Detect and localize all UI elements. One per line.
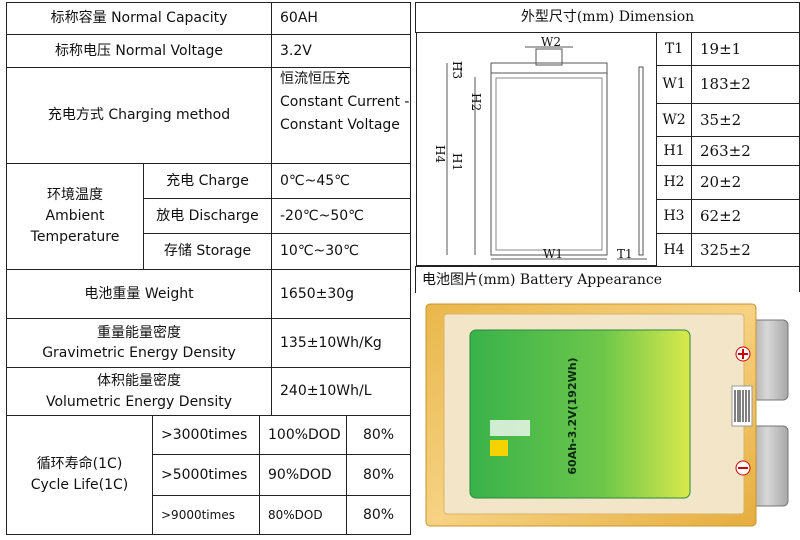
cycle-row-pct: 80%	[346, 495, 411, 535]
dim-key: W1	[656, 65, 692, 104]
label-h2: H2	[469, 93, 483, 112]
warning-icon	[490, 440, 508, 456]
dim-value: 62±2	[691, 199, 800, 234]
ambient-charge-value: 0℃~45℃	[271, 163, 411, 199]
ambient-storage-label: 存储 Storage	[143, 233, 272, 270]
battery-illustration: 60Ah-3.2V(192Wh)	[425, 303, 789, 527]
product-label-text: 60Ah-3.2V(192Wh)	[566, 357, 579, 474]
voltage-label: 标称电压 Normal Voltage	[6, 34, 272, 68]
ambient-label-line: Ambient	[45, 208, 105, 224]
cycle-label-line: 循环寿命(1C)	[36, 456, 123, 472]
volumetric-value: 240±10Wh/L	[271, 367, 411, 416]
cycle-row-pct: 80%	[346, 415, 411, 455]
ambient-discharge-label: 放电 Discharge	[143, 198, 272, 234]
charging-value-line: Constant Current -	[280, 94, 410, 111]
dimension-title: 外型尺寸(mm) Dimension	[415, 2, 800, 33]
label-w2: W2	[541, 35, 561, 49]
cycle-row-dod: 100%DOD	[259, 415, 347, 455]
dim-key: W2	[656, 103, 692, 137]
appearance-title: 电池图片(mm) Battery Appearance	[415, 266, 800, 293]
cell-inner-outline	[495, 77, 603, 251]
charging-value: 恒流恒压充 Constant Current - Constant Voltag…	[271, 67, 411, 164]
capacity-value: 60AH	[271, 2, 411, 35]
weight-label: 电池重量 Weight	[6, 269, 272, 319]
cycle-row-pct: 80%	[346, 454, 411, 496]
label-w1: W1	[543, 247, 563, 261]
dim-key: H4	[656, 233, 692, 267]
gravimetric-value: 135±10Wh/Kg	[271, 318, 411, 368]
weight-value: 1650±30g	[271, 269, 411, 319]
dim-value: 35±2	[691, 103, 800, 137]
label-t1: T1	[617, 247, 633, 261]
cycle-row-dod: 80%DOD	[259, 495, 347, 535]
product-label	[469, 329, 691, 499]
ambient-discharge-value: -20℃~50℃	[271, 198, 411, 234]
cycle-label-line: Cycle Life(1C)	[30, 477, 129, 493]
cycle-row-times: >5000times	[152, 454, 260, 496]
charging-label: 充电方式 Charging method	[6, 67, 272, 164]
dim-key: H3	[656, 199, 692, 234]
voltage-value: 3.2V	[271, 34, 411, 68]
cell-body-outline	[490, 72, 608, 256]
cycle-row-times: >9000times	[152, 495, 260, 535]
gravimetric-label-line: 重量能量密度	[97, 324, 181, 341]
dim-value: 183±2	[691, 65, 800, 104]
dimension-drawing: W2 H3 H2 H4 H1 W1 T1	[416, 32, 657, 266]
dim-value: 325±2	[691, 233, 800, 267]
ambient-charge-label: 充电 Charge	[143, 163, 272, 199]
dim-value: 263±2	[691, 136, 800, 166]
dim-key: H1	[656, 136, 692, 166]
cycle-row-dod: 90%DOD	[259, 454, 347, 496]
gravimetric-label: 重量能量密度 Gravimetric Energy Density	[6, 318, 272, 368]
label-h1: H1	[450, 153, 464, 172]
column-divider	[411, 0, 415, 536]
side-view-outline	[638, 66, 644, 256]
capacity-label-text: 标称容量 Normal Capacity	[50, 10, 228, 26]
volumetric-label-line: Volumetric Energy Density	[45, 393, 233, 410]
battery-photo: 60Ah-3.2V(192Wh)	[416, 292, 800, 536]
cert-icons	[490, 420, 530, 436]
ambient-label-line: Temperature	[30, 229, 120, 245]
label-h4: H4	[433, 145, 447, 164]
ambient-label: 环境温度 Ambient Temperature	[6, 163, 144, 270]
capacity-label: 标称容量 Normal Capacity	[6, 2, 272, 35]
dim-value: 20±2	[691, 165, 800, 200]
dim-value: 19±1	[691, 32, 800, 66]
gravimetric-label-line: Gravimetric Energy Density	[42, 345, 236, 361]
charging-value-line: Constant Voltage	[280, 117, 400, 134]
ambient-label-line: 环境温度	[47, 187, 103, 203]
volumetric-label-line: 体积能量密度	[97, 373, 181, 390]
dim-key: T1	[656, 32, 692, 66]
label-h3: H3	[450, 61, 464, 80]
ambient-storage-value: 10℃~30℃	[271, 233, 411, 270]
volumetric-label: 体积能量密度 Volumetric Energy Density	[6, 367, 272, 416]
charging-value-line: 恒流恒压充	[280, 71, 350, 87]
cycle-label: 循环寿命(1C) Cycle Life(1C)	[6, 415, 153, 535]
cycle-row-times: >3000times	[152, 415, 260, 455]
dim-key: H2	[656, 165, 692, 200]
